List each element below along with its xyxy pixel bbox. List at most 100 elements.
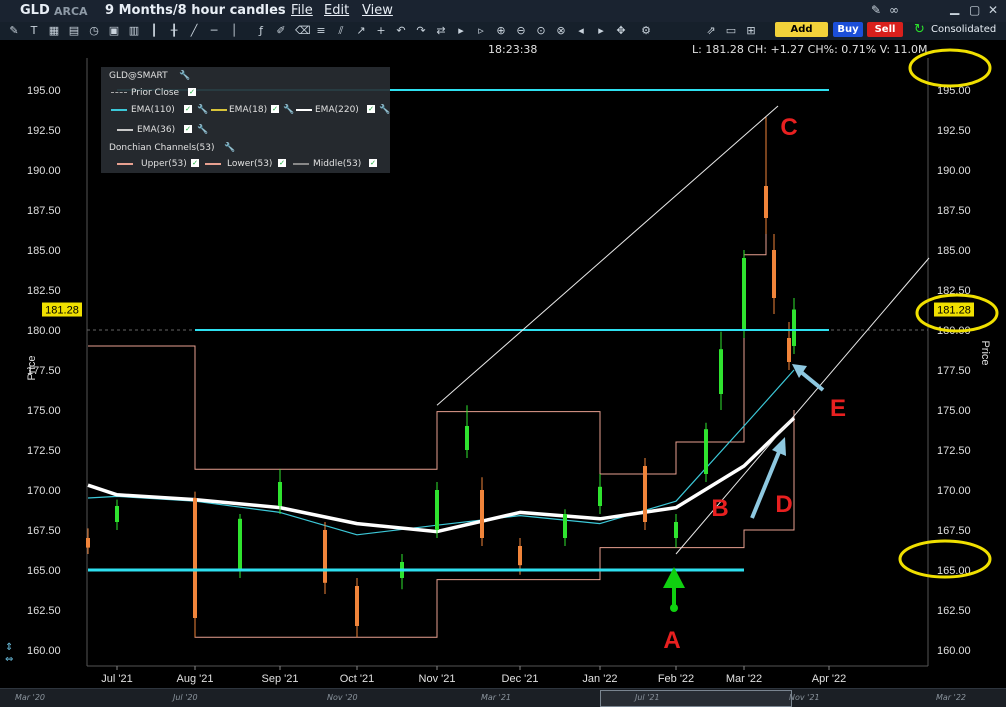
annotation-E: E [830,395,846,422]
y-tick-left: 165.00 [27,565,61,577]
x-tick-label: Nov '21 [419,673,456,685]
annotation-B: B [711,495,728,522]
navigator-strip[interactable]: Mar '20 Jul '20 Nov '20 Mar '21 Jul '21 Nov '… [0,688,1006,707]
ema110-checkbox[interactable]: ✓ [184,105,192,113]
donchian-label: Donchian Channels(53) [109,143,215,153]
highlight-circle [908,48,992,88]
y-tick-right: 177.50 [937,365,971,377]
candle-body [719,349,723,394]
y-tick-left: 162.50 [27,605,61,617]
y-tick-right: 172.50 [937,445,971,457]
candle-body [480,490,484,538]
candle-body [764,186,768,218]
candle-body [465,426,469,450]
candle-body [598,486,602,506]
y-tick-left: 190.00 [27,165,61,177]
candle-body [355,586,359,626]
ema36-checkbox[interactable]: ✓ [184,125,192,133]
candle-body [115,506,119,522]
legend-panel[interactable]: GLD@SMART 🔧 Prior Close ✓ EMA(110) ✓ 🔧 E… [101,67,390,173]
last-price-label: 181.28 [937,305,971,317]
navigator-date-label: Nov '20 [327,693,358,702]
lower-label: Lower(53) [227,159,273,169]
legend-title: GLD@SMART [109,71,168,81]
ema18-settings-icon[interactable]: 🔧 [283,105,294,115]
ema36-label: EMA(36) [137,125,176,135]
ema220-label: EMA(220) [315,105,359,115]
y-tick-left: 170.00 [27,485,61,497]
y-tick-left: 192.50 [27,125,61,137]
trend-line [436,105,779,406]
middle-label: Middle(53) [313,159,362,169]
lower-checkbox[interactable]: ✓ [278,159,286,167]
x-tick-label: Apr '22 [812,673,847,685]
ema110-label: EMA(110) [131,105,175,115]
annotation-C: C [780,114,797,141]
navigator-date-label: Nov '21 [789,693,820,702]
y-tick-right: 192.50 [937,125,971,137]
prior-close-checkbox[interactable]: ✓ [188,88,196,96]
candle-body [323,530,327,583]
y-tick-right: 185.00 [937,245,971,257]
upper-swatch [117,163,133,165]
candle-body [435,490,439,530]
upper-label: Upper(53) [141,159,187,169]
last-price-label: 181.28 [45,305,79,317]
y-tick-left: 180.00 [27,325,61,337]
annotation-A: A [663,627,680,654]
y-tick-left: 185.00 [27,245,61,257]
candle-body [787,338,791,362]
y-tick-right: 170.00 [937,485,971,497]
y-tick-right: 162.50 [937,605,971,617]
middle-checkbox[interactable]: ✓ [369,159,377,167]
candle-body [643,466,647,522]
y-axis-label-left: Price [26,355,38,380]
ema220-settings-icon[interactable]: 🔧 [379,105,390,115]
upper-checkbox[interactable]: ✓ [191,159,199,167]
x-tick-label: Jul '21 [101,673,132,685]
settings-icon[interactable]: 🔧 [179,71,190,81]
candle-body [772,250,776,298]
y-tick-right: 187.50 [937,205,971,217]
fit-scale-icon: ⇔ [5,654,13,665]
navigator-date-label: Mar '20 [15,693,46,702]
ema110-settings-icon[interactable]: 🔧 [197,105,208,115]
candle-body [704,429,708,474]
navigator-window[interactable] [600,690,792,707]
navigator-date-label: Jul '20 [173,693,198,702]
navigator-date-label: Mar '21 [481,693,512,702]
ema18-checkbox[interactable]: ✓ [271,105,279,113]
ema220-checkbox[interactable]: ✓ [367,105,375,113]
ema220-swatch [296,109,312,111]
donchian-settings-icon[interactable]: 🔧 [224,143,235,153]
y-tick-left: 195.00 [27,85,61,97]
x-tick-label: Sep '21 [262,673,299,685]
prior-close-swatch [111,92,127,93]
x-tick-label: Aug '21 [177,673,214,685]
ema110-swatch [111,109,127,111]
annotation-D: D [775,491,792,518]
candle-body [278,482,282,506]
candle-body [518,546,522,566]
y-tick-left: 167.50 [27,525,61,537]
y-axis-label-right: Price [979,340,991,365]
ema36-settings-icon[interactable]: 🔧 [197,125,208,135]
y-tick-right: 190.00 [937,165,971,177]
x-tick-label: Jan '22 [582,673,617,685]
y-tick-left: 187.50 [27,205,61,217]
y-tick-left: 160.00 [27,645,61,657]
prior-close-label: Prior Close [131,88,180,98]
y-tick-right: 160.00 [937,645,971,657]
zoom-scale-icon: ⇕ [5,642,13,653]
lower-swatch [205,163,221,165]
blue-arrow-e-shaft [799,370,825,392]
ema36-swatch [117,129,133,131]
ema18-swatch [211,109,227,111]
candle-body [742,258,746,330]
x-tick-label: Oct '21 [340,673,375,685]
x-tick-label: Mar '22 [726,673,762,685]
navigator-date-label: Mar '22 [936,693,967,702]
x-tick-label: Feb '22 [658,673,694,685]
y-tick-left: 172.50 [27,445,61,457]
candle-body [674,522,678,538]
